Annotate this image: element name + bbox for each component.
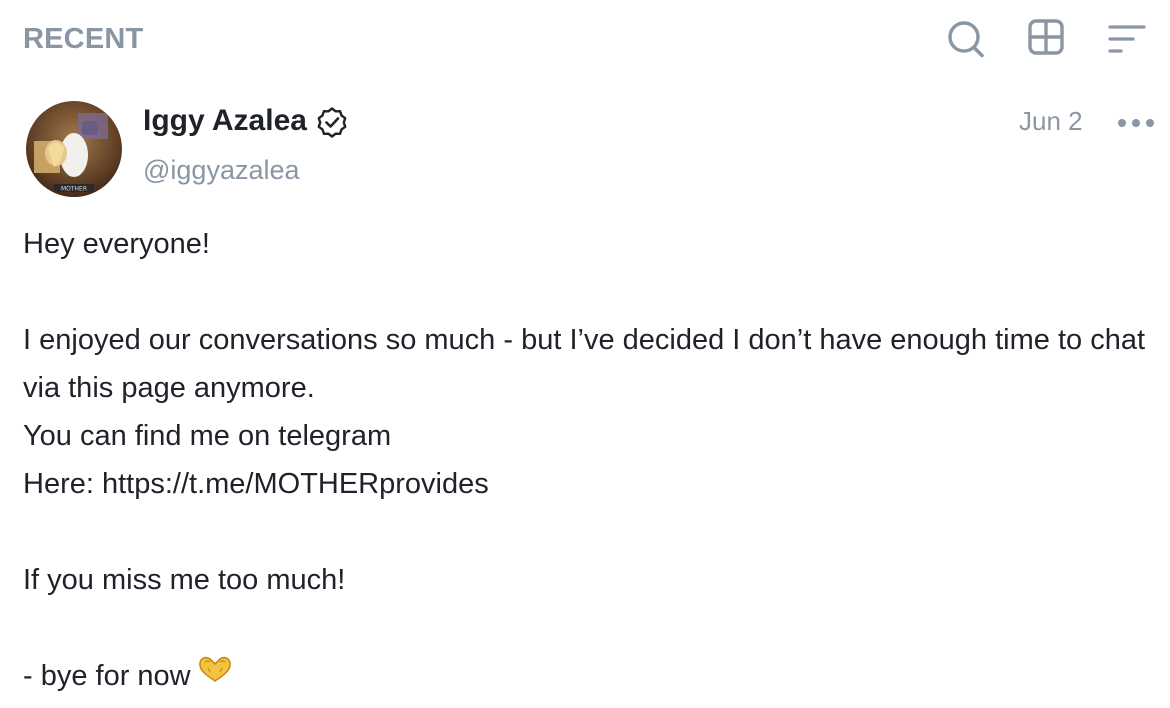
grid-view-icon[interactable] <box>1027 18 1067 58</box>
more-options-icon[interactable] <box>1116 106 1156 136</box>
post-text-line: Hey everyone! <box>23 228 210 260</box>
heart-hands-emoji-icon <box>197 650 233 698</box>
author-handle[interactable]: @iggyazalea <box>143 153 300 187</box>
feed-header: RECENT <box>0 0 1170 80</box>
avatar[interactable]: MOTHER <box>26 101 122 197</box>
search-icon[interactable] <box>946 18 986 58</box>
post-date: Jun 2 <box>1019 106 1083 136</box>
post-text-line: If you miss me too much! <box>23 564 346 596</box>
post-text-line: You can find me on telegram <box>23 420 392 452</box>
section-title: RECENT <box>23 23 144 55</box>
post-body: Hey everyone! I enjoyed our conversation… <box>23 220 1153 700</box>
post-link-line[interactable]: Here: https://t.me/MOTHERprovides <box>23 460 1153 508</box>
post-text-line-last: - bye for now <box>23 652 1153 700</box>
avatar-caption: MOTHER <box>61 186 87 193</box>
verified-badge-icon <box>316 106 348 138</box>
post-text-line-signoff: - bye for now <box>23 660 191 692</box>
sort-icon[interactable] <box>1106 18 1146 58</box>
author-name[interactable]: Iggy Azalea <box>143 103 307 139</box>
post-text-line: I enjoyed our conversations so much - bu… <box>23 324 1146 404</box>
